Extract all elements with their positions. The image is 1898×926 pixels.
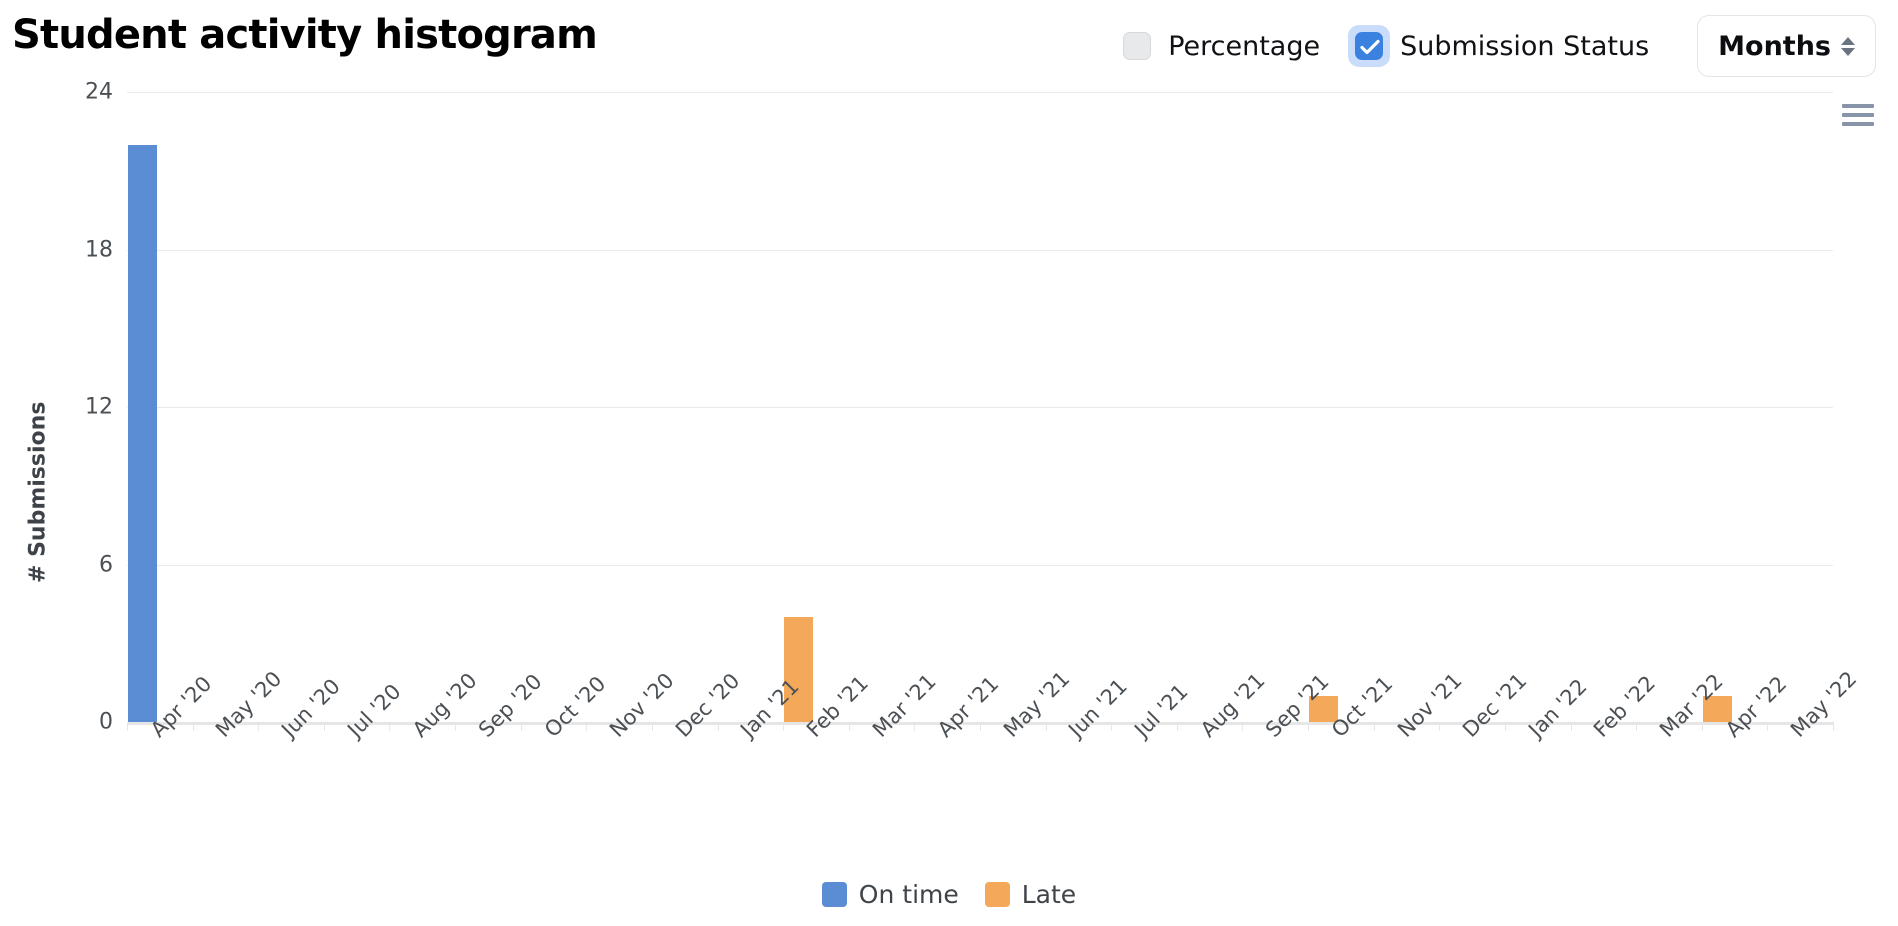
chevron-up-down-icon xyxy=(1841,36,1855,56)
period-dropdown-value: Months xyxy=(1718,30,1831,62)
chart-controls: Percentage Submission Status Months xyxy=(1116,10,1876,82)
y-axis-tick-label: 6 xyxy=(99,552,113,577)
y-axis-tick-label: 18 xyxy=(85,237,113,262)
y-axis-tick-label: 12 xyxy=(85,394,113,420)
checkbox-submission-status-label: Submission Status xyxy=(1400,30,1650,62)
x-axis-tick xyxy=(1833,722,1834,731)
checkbox-unchecked-icon[interactable] xyxy=(1123,32,1152,60)
chart-header: Student activity histogram Percentage Su… xyxy=(0,0,1898,92)
checkbox-group: Percentage Submission Status xyxy=(1116,25,1663,67)
checkbox-checked-icon[interactable] xyxy=(1355,32,1384,60)
checkbox-percentage[interactable] xyxy=(1116,25,1158,67)
gridline xyxy=(127,250,1833,251)
legend-swatch xyxy=(984,882,1010,907)
legend-label: On time xyxy=(858,880,959,909)
gridline xyxy=(127,92,1833,93)
legend-item[interactable]: On time xyxy=(821,880,959,909)
gridline xyxy=(127,565,1833,566)
y-axis-tick-label: 24 xyxy=(85,79,113,105)
y-axis-tick-label: 0 xyxy=(99,709,113,735)
chart-canvas: # Submissions 0 6 12 18 24 Apr '20 May '20 Jun… xyxy=(0,80,1898,926)
chart-legend: On time Late xyxy=(0,880,1898,909)
y-axis-title: # Submissions xyxy=(25,401,51,583)
plot-area: 0 6 12 18 24 xyxy=(85,80,1834,735)
legend-label: Late xyxy=(1021,880,1077,909)
legend-swatch xyxy=(821,882,847,907)
page-title: Student activity histogram xyxy=(12,12,598,58)
bar-on-time[interactable] xyxy=(128,144,157,722)
gridline xyxy=(127,407,1833,408)
x-axis-labels: Apr '20 May '20 Jun '20 Jul '20 Aug '20 Sep '… xyxy=(127,667,1861,865)
checkbox-percentage-label: Percentage xyxy=(1168,30,1321,62)
legend-item[interactable]: Late xyxy=(984,880,1077,909)
checkbox-submission-status[interactable] xyxy=(1348,25,1391,67)
period-dropdown[interactable]: Months xyxy=(1697,15,1876,77)
